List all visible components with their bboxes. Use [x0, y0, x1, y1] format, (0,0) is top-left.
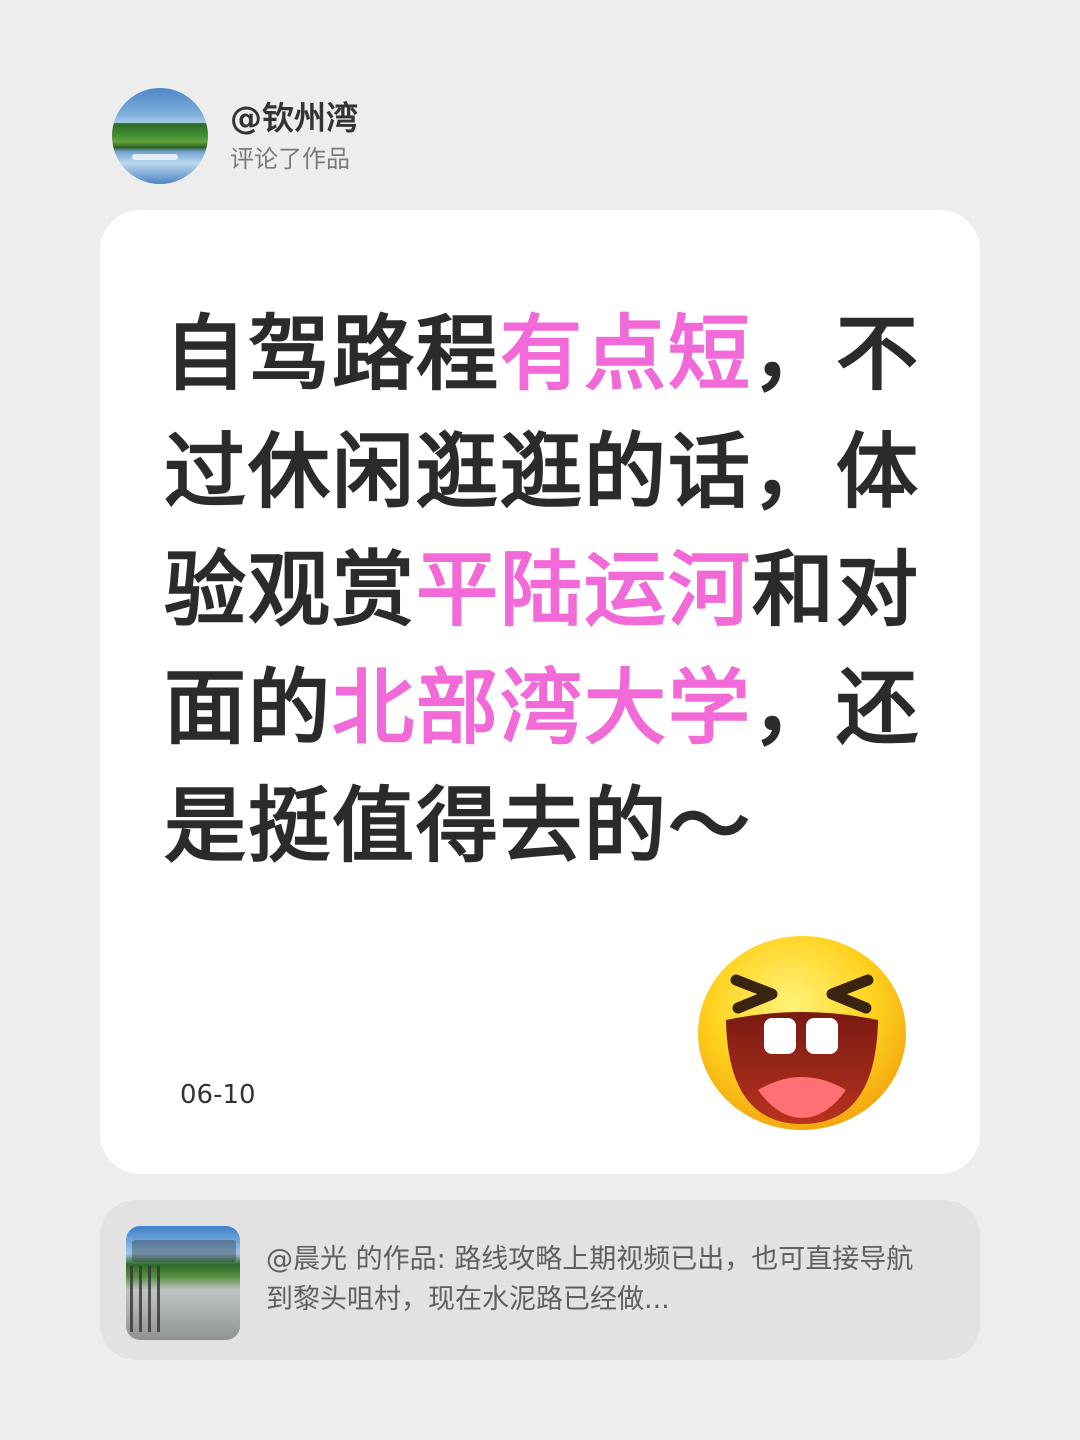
laughing-emoji-icon: [698, 936, 906, 1130]
comment-date: 06-10: [180, 1080, 256, 1110]
comment-text: 自驾路程有点短，不过休闲逛逛的话，体验观赏平陆运河和对面的北部湾大学，还是挺值得…: [164, 296, 934, 886]
comment-segment: 自驾路程: [164, 307, 501, 402]
referenced-work[interactable]: @晨光 的作品: 路线攻略上期视频已出，也可直接导航到黎头咀村，现在水泥路已经做…: [100, 1200, 980, 1360]
avatar-water-glint: [132, 154, 178, 160]
thumbnail-caption-band: [132, 1240, 236, 1262]
comment-highlight: 有点短: [500, 307, 753, 402]
comment-action-label: 评论了作品: [230, 145, 350, 173]
comment-card: 自驾路程有点短，不过休闲逛逛的话，体验观赏平陆运河和对面的北部湾大学，还是挺值得…: [100, 210, 980, 1174]
header-text: @钦州湾 评论了作品: [230, 98, 358, 174]
referenced-work-text[interactable]: @晨光 的作品: 路线攻略上期视频已出，也可直接导航到黎头咀村，现在水泥路已经做…: [266, 1240, 936, 1320]
comment-highlight: 北部湾大学: [332, 661, 753, 756]
thumbnail-railing: [130, 1266, 166, 1332]
username[interactable]: @钦州湾: [230, 98, 358, 138]
work-thumbnail[interactable]: [126, 1226, 240, 1340]
comment-header: @钦州湾 评论了作品: [112, 88, 358, 184]
user-avatar[interactable]: [112, 88, 208, 184]
comment-highlight: 平陆运河: [416, 543, 753, 638]
